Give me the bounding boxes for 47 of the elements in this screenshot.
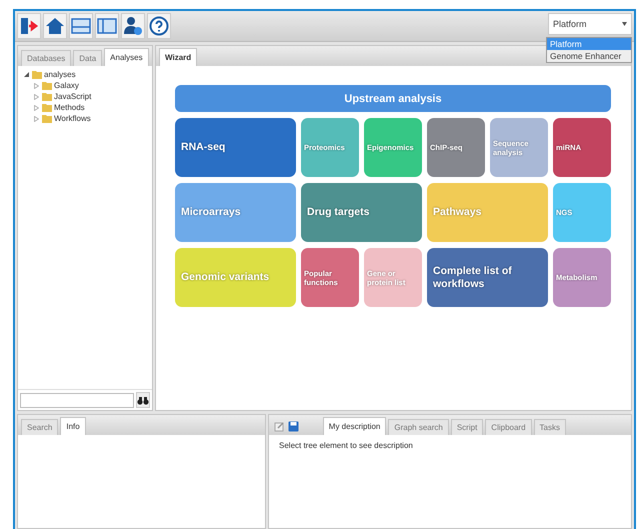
analysis-tile[interactable]: Microarrays (175, 183, 296, 242)
tree-item[interactable]: analyses (44, 70, 76, 79)
tab[interactable]: Databases (21, 50, 72, 66)
binoculars-button[interactable] (136, 392, 150, 408)
layout-rows-icon (71, 18, 91, 34)
analysis-tile[interactable]: RNA-seq (175, 118, 296, 177)
tree-item[interactable]: Methods (54, 103, 85, 112)
door-exit-icon (19, 16, 39, 36)
help-icon (149, 16, 169, 36)
toolbar-button[interactable] (95, 13, 119, 39)
dropdown-option[interactable]: Genome Enhancer (547, 50, 631, 62)
collapsed-triangle-icon[interactable] (34, 116, 38, 122)
expanded-triangle-icon[interactable] (24, 72, 28, 78)
toolbar-button[interactable] (147, 13, 171, 39)
toolbar-button[interactable] (121, 13, 145, 39)
save-icon[interactable] (288, 421, 299, 432)
layout-columns-icon (97, 18, 117, 34)
tab[interactable]: Search (21, 419, 58, 435)
collapsed-triangle-icon[interactable] (34, 82, 38, 88)
binoculars-icon (137, 396, 149, 404)
tree-item[interactable]: Galaxy (54, 81, 79, 90)
tab[interactable]: My description (322, 417, 386, 435)
tab[interactable]: Tasks (534, 419, 566, 435)
tab[interactable]: Graph search (388, 419, 449, 435)
home-icon (45, 16, 65, 36)
tree-item[interactable]: Workflows (54, 114, 91, 123)
edit-icon[interactable] (274, 421, 285, 432)
platform-select[interactable]: Platform (548, 13, 632, 35)
toolbar-button[interactable] (69, 13, 93, 39)
toolbar-button[interactable] (17, 13, 41, 39)
collapsed-triangle-icon[interactable] (34, 104, 38, 110)
tab[interactable]: Analyses (104, 48, 149, 66)
analysis-tile[interactable]: Complete list of workflows (427, 248, 548, 307)
tab[interactable]: Info (60, 417, 86, 435)
caret-icon (622, 22, 627, 26)
collapsed-triangle-icon[interactable] (34, 94, 38, 100)
tree-item[interactable]: JavaScript (54, 92, 92, 101)
toolbar-button[interactable] (43, 13, 67, 39)
description-message: Select tree element to see description (278, 440, 414, 452)
analysis-tile[interactable]: Drug targets (301, 183, 422, 242)
tab[interactable]: Data (73, 50, 102, 66)
tab[interactable]: Clipboard (485, 419, 532, 435)
search-field[interactable] (20, 392, 134, 408)
dropdown-option[interactable]: Platform (547, 38, 631, 50)
upstream-analysis-banner[interactable]: Upstream analysis (175, 85, 611, 112)
tab[interactable]: Script (450, 419, 484, 435)
tab[interactable]: Wizard (159, 48, 198, 66)
